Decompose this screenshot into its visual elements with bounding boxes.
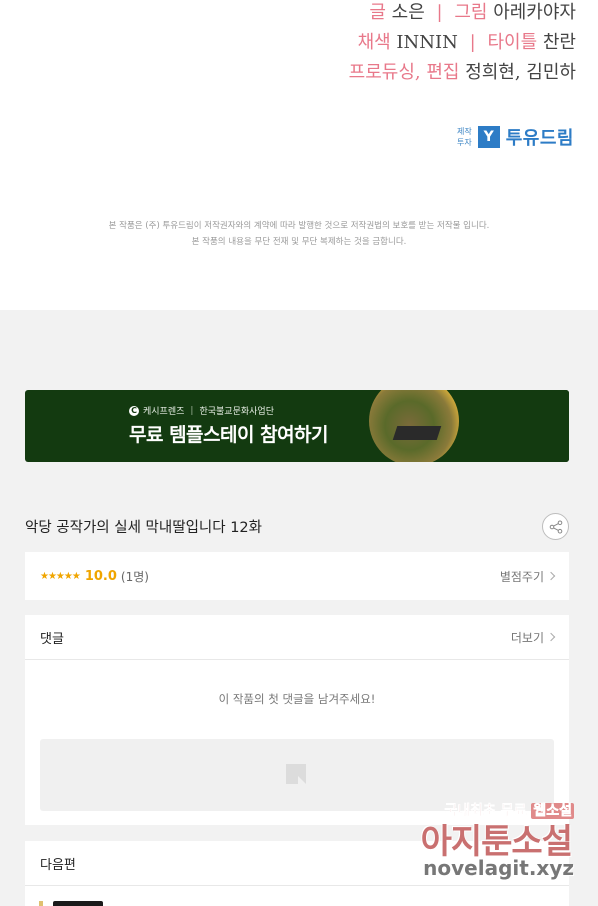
rate-button[interactable]: 별점주기 xyxy=(499,568,556,585)
episode-title: 악당 공작가의 실세 막내딸입니다 12화 xyxy=(25,520,262,536)
next-episode-thumbnail[interactable] xyxy=(53,901,103,906)
chevron-right-icon xyxy=(546,571,556,581)
rating-stars-icon: ★★★★★ xyxy=(40,570,81,582)
banner-brand: C 케시프렌즈 | 한국불교문화사업단 xyxy=(129,404,274,417)
copyright-notice: 본 작품은 (주) 투유드림이 저작권자와의 계약에 따라 발행한 것으로 저작… xyxy=(108,221,490,231)
comments-empty-message: 이 작품의 첫 댓글을 남겨주세요! xyxy=(218,692,376,706)
note-icon xyxy=(286,764,308,786)
share-icon xyxy=(549,520,562,533)
share-button[interactable] xyxy=(542,513,569,540)
next-episode-title: 다음편 xyxy=(40,857,76,873)
studio-role-bottom: 투자 xyxy=(457,138,472,147)
banner-brand-b: 한국불교문화사업단 xyxy=(199,407,274,417)
next-episode-header: 다음편 xyxy=(25,841,569,886)
studio-role-top: 제작 xyxy=(457,127,472,136)
credit-name: 찬란 xyxy=(542,32,576,53)
credit-name: 아레카야자 xyxy=(493,2,576,23)
banner-fade xyxy=(465,390,569,462)
temple-photo xyxy=(369,390,459,462)
comments-header: 댓글 더보기 xyxy=(25,615,569,660)
next-episode-card: 다음편 xyxy=(25,841,569,906)
credit-separator: | xyxy=(469,32,476,53)
studio-name: 투유드림 xyxy=(505,128,574,149)
rating-card: ★★★★★ 10.0 (1명) 별점주기 xyxy=(25,552,569,600)
banner-brand-separator: | xyxy=(190,405,194,416)
rating-count: (1명) xyxy=(120,569,149,584)
comments-more-label: 더보기 xyxy=(510,630,544,645)
credit-role: 채색 xyxy=(357,32,391,53)
credit-line-story-art: 글 소은 | 그림 아레카야자 xyxy=(369,0,576,24)
chevron-right-icon xyxy=(546,632,556,642)
comments-more-button[interactable]: 더보기 xyxy=(510,629,556,646)
brand-logo-icon: C xyxy=(129,405,139,416)
credit-name: INNIN xyxy=(396,32,458,53)
credit-line-color-title: 채색 INNIN | 타이틀 찬란 xyxy=(358,28,576,54)
rate-button-label: 별점주기 xyxy=(499,569,544,584)
comments-title: 댓글 xyxy=(40,631,64,647)
credit-separator: | xyxy=(436,2,443,23)
credit-role: 글 xyxy=(369,2,386,23)
copyright-notice: 본 작품의 내용을 무단 전재 및 무단 복제하는 것을 금합니다. xyxy=(191,237,407,247)
credit-role: 프로듀싱, 편집 xyxy=(348,62,460,83)
credits-section: 글 소은 | 그림 아레카야자 채색 INNIN | 타이틀 찬란 프로듀싱, … xyxy=(0,0,598,310)
banner-title: 무료 템플스테이 참여하기 xyxy=(129,424,329,446)
comments-card: 댓글 더보기 이 작품의 첫 댓글을 남겨주세요! xyxy=(25,615,569,825)
studio-logo: 제작 투자 Y 투유드림 xyxy=(457,124,574,150)
rating-score: 10.0 xyxy=(84,568,117,584)
studio-mark-icon: Y xyxy=(477,126,500,148)
credit-name: 소은 xyxy=(391,2,425,23)
banner-brand-a: 케시프렌즈 xyxy=(143,407,185,417)
comment-write-area[interactable] xyxy=(40,739,554,811)
credit-role: 타이틀 xyxy=(487,32,538,53)
credit-name: 정희현, 김민하 xyxy=(465,62,576,83)
studio-role-label: 제작 투자 xyxy=(457,126,472,148)
credit-line-producing: 프로듀싱, 편집 정희현, 김민하 xyxy=(349,58,576,84)
credit-role: 그림 xyxy=(454,2,488,23)
temple-stay-banner[interactable]: C 케시프렌즈 | 한국불교문화사업단 무료 템플스테이 참여하기 xyxy=(25,390,569,462)
next-episode-marker xyxy=(39,901,43,906)
